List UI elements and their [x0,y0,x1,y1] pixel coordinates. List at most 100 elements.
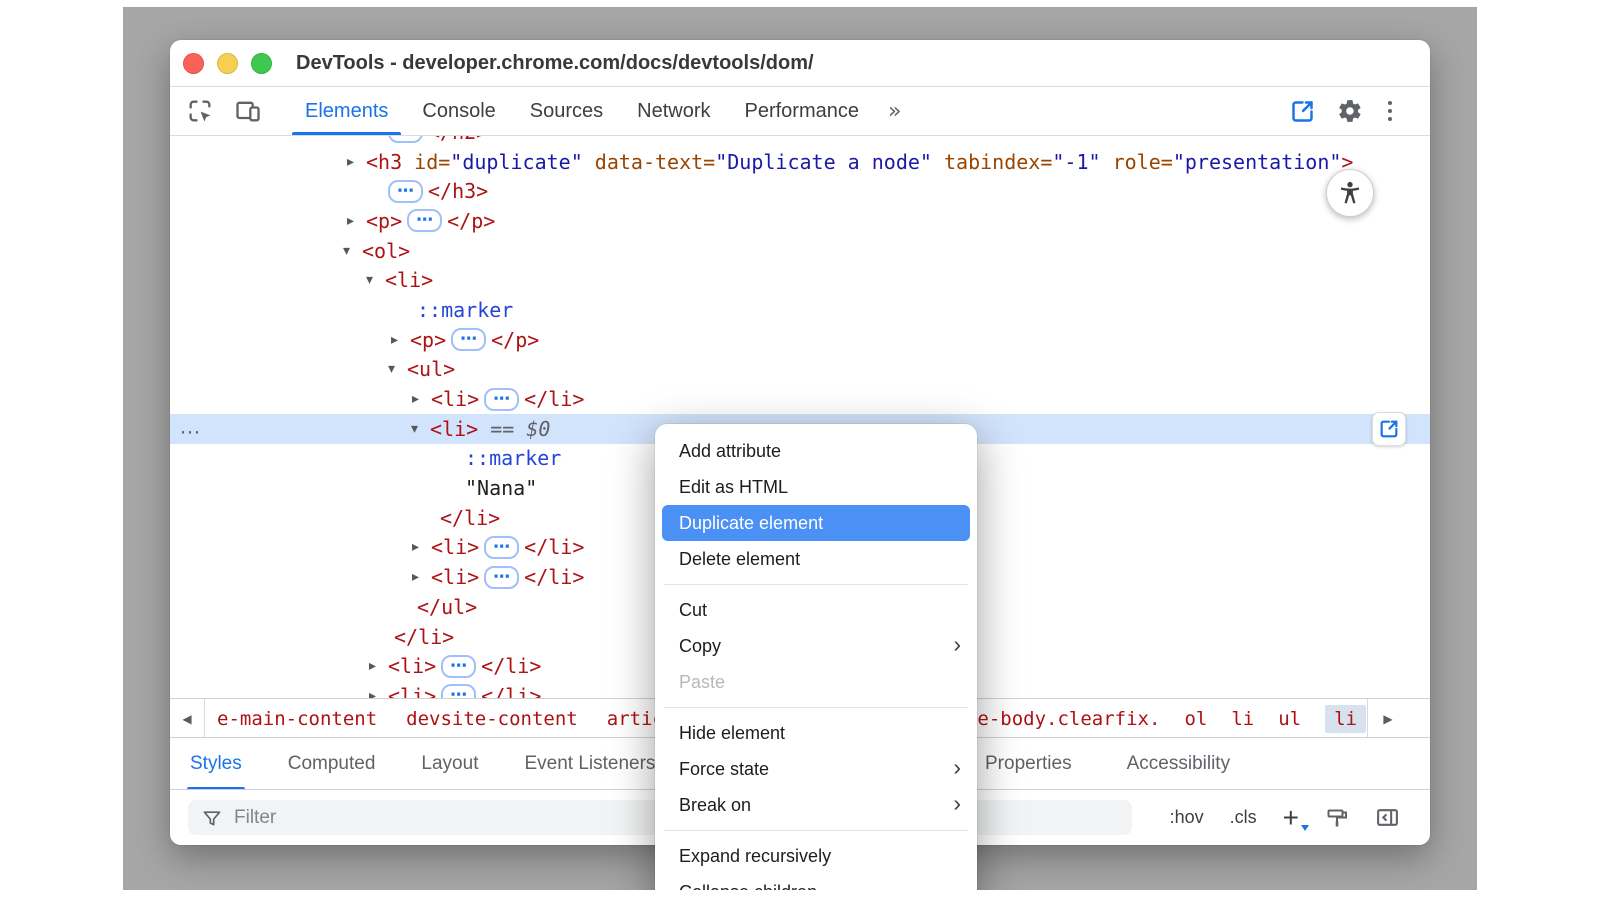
breadcrumb-scroll-left-icon[interactable]: ◀ [170,699,205,738]
twisty-right-icon[interactable]: ▸ [347,154,366,170]
tab-elements[interactable]: Elements [288,87,405,135]
tab-layout[interactable]: Layout [421,738,478,790]
twisty-right-icon[interactable]: ▸ [369,688,388,698]
menu-item-copy[interactable]: Copy› [655,628,977,664]
menu-divider [664,707,968,708]
menu-item-paste[interactable]: Paste [655,664,977,700]
code-token: "duplicate" [450,150,582,174]
menu-item-expand-recursively[interactable]: Expand recursively [655,838,977,874]
menu-item-break-on[interactable]: Break on› [655,787,977,823]
tree-row[interactable]: ⋯</h3> [170,176,1430,206]
code-token: </p> [447,209,495,233]
menu-item-label: Expand recursively [679,846,831,867]
context-menu: Add attribute Edit as HTML Duplicate eleme… [655,424,977,890]
twisty-down-icon[interactable]: ▾ [366,272,385,288]
menu-item-hide-element[interactable]: Hide element [655,715,977,751]
twisty-down-icon[interactable]: ▾ [411,421,430,437]
collapsed-content-icon[interactable]: ⋯ [441,684,476,698]
collapsed-content-icon[interactable]: ⋯ [484,388,519,411]
breadcrumb-scroll-right-icon[interactable]: ▶ [1367,699,1408,738]
paint-roller-icon[interactable] [1325,806,1349,830]
close-button[interactable] [183,53,204,74]
breadcrumb-item[interactable]: ol [1184,708,1207,730]
menu-item-label: Edit as HTML [679,477,788,498]
tab-computed[interactable]: Computed [288,738,376,790]
tab-accessibility[interactable]: Accessibility [1127,738,1230,790]
tree-row[interactable]: ▸<p>⋯</p> [170,325,1430,355]
toggle-hover-state-button[interactable]: :hov [1170,807,1204,828]
accessibility-icon[interactable] [1326,169,1374,217]
devtools-toolbar: ElementsConsoleSourcesNetworkPerformance… [170,87,1430,136]
minimize-button[interactable] [217,53,238,74]
collapsed-content-icon[interactable]: ⋯ [484,536,519,559]
code-token: <h3 [366,150,414,174]
code-token: <li> [430,417,478,441]
tab-console[interactable]: Console [405,87,512,135]
collapsed-content-icon[interactable]: ⋯ [407,209,442,232]
twisty-right-icon[interactable]: ▸ [347,213,366,229]
code-token: <p> [410,328,446,352]
tab-properties[interactable]: Properties [985,738,1072,790]
collapsed-content-icon[interactable]: ⋯ [388,136,423,143]
twisty-right-icon[interactable]: ▸ [412,391,431,407]
device-toolbar-icon[interactable] [234,97,262,125]
tab-styles[interactable]: Styles [190,738,242,790]
code-token [583,150,595,174]
tree-row[interactable]: ▾<li> [170,265,1430,295]
tree-row[interactable]: ⋯</h2> [170,136,1430,147]
twisty-right-icon[interactable]: ▸ [369,658,388,674]
tab-sources[interactable]: Sources [513,87,620,135]
twisty-right-icon[interactable]: ▸ [412,539,431,555]
tree-row[interactable]: ▾<ol> [170,236,1430,266]
window-titlebar: DevTools - developer.chrome.com/docs/dev… [170,40,1430,87]
tab-event-listeners[interactable]: Event Listeners [524,738,655,790]
collapsed-content-icon[interactable]: ⋯ [484,566,519,589]
collapsed-content-icon[interactable]: ⋯ [451,328,486,351]
menu-item-add-attribute[interactable]: Add attribute [655,433,977,469]
tree-row[interactable]: ▸<p>⋯</p> [170,206,1430,236]
twisty-right-icon[interactable]: ▸ [391,332,410,348]
square-arrow-icon[interactable] [1289,98,1316,125]
settings-gear-icon[interactable] [1337,98,1363,124]
collapsed-content-icon[interactable]: ⋯ [388,180,423,203]
breadcrumb-item[interactable]: devsite-content [406,708,578,730]
tab-performance[interactable]: Performance [728,87,877,135]
twisty-down-icon[interactable]: ▾ [388,361,407,377]
twisty-down-icon[interactable]: ▾ [343,243,362,259]
code-token: <li> [431,565,479,589]
toggle-sidebar-icon[interactable] [1375,805,1400,830]
tree-row[interactable]: ::marker [170,295,1430,325]
row-overflow-icon[interactable]: … [179,413,201,439]
menu-item-edit-as-html[interactable]: Edit as HTML [655,469,977,505]
breadcrumb-item[interactable]: li [1325,705,1366,733]
code-token: </ul> [417,595,477,619]
tree-row[interactable]: ▾<ul> [170,355,1430,385]
code-token: <li> [388,684,436,698]
twisty-right-icon[interactable]: ▸ [412,569,431,585]
zoom-button[interactable] [251,53,272,74]
kebab-menu-icon[interactable] [1384,97,1397,126]
menu-item-delete-element[interactable]: Delete element [655,541,977,577]
new-style-rule-button[interactable]: + [1283,804,1299,832]
menu-item-cut[interactable]: Cut [655,592,977,628]
tree-row[interactable]: ▸<li>⋯</li> [170,384,1430,414]
menu-item-collapse-children[interactable]: Collapse children [655,874,977,890]
tree-row[interactable]: ▸<h3 id="duplicate" data-text="Duplicate… [170,147,1430,177]
menu-item-duplicate-element[interactable]: Duplicate element [662,505,970,541]
code-token: id= [414,150,450,174]
more-tabs-icon[interactable]: » [876,87,913,135]
collapsed-content-icon[interactable]: ⋯ [441,655,476,678]
tab-network[interactable]: Network [620,87,727,135]
breadcrumb-item[interactable]: e-main-content [217,708,377,730]
window-controls [183,53,272,74]
square-arrow-button[interactable] [1372,412,1406,446]
code-token: <li> [388,654,436,678]
toggle-classes-button[interactable]: .cls [1230,807,1257,828]
inspect-icon[interactable] [186,97,214,125]
breadcrumb-item[interactable]: li [1231,708,1254,730]
menu-item-force-state[interactable]: Force state› [655,751,977,787]
breadcrumb-item[interactable]: ul [1278,708,1301,730]
code-token: </h3> [428,179,488,203]
submenu-chevron-icon: › [953,631,961,658]
submenu-chevron-icon: › [953,790,961,817]
